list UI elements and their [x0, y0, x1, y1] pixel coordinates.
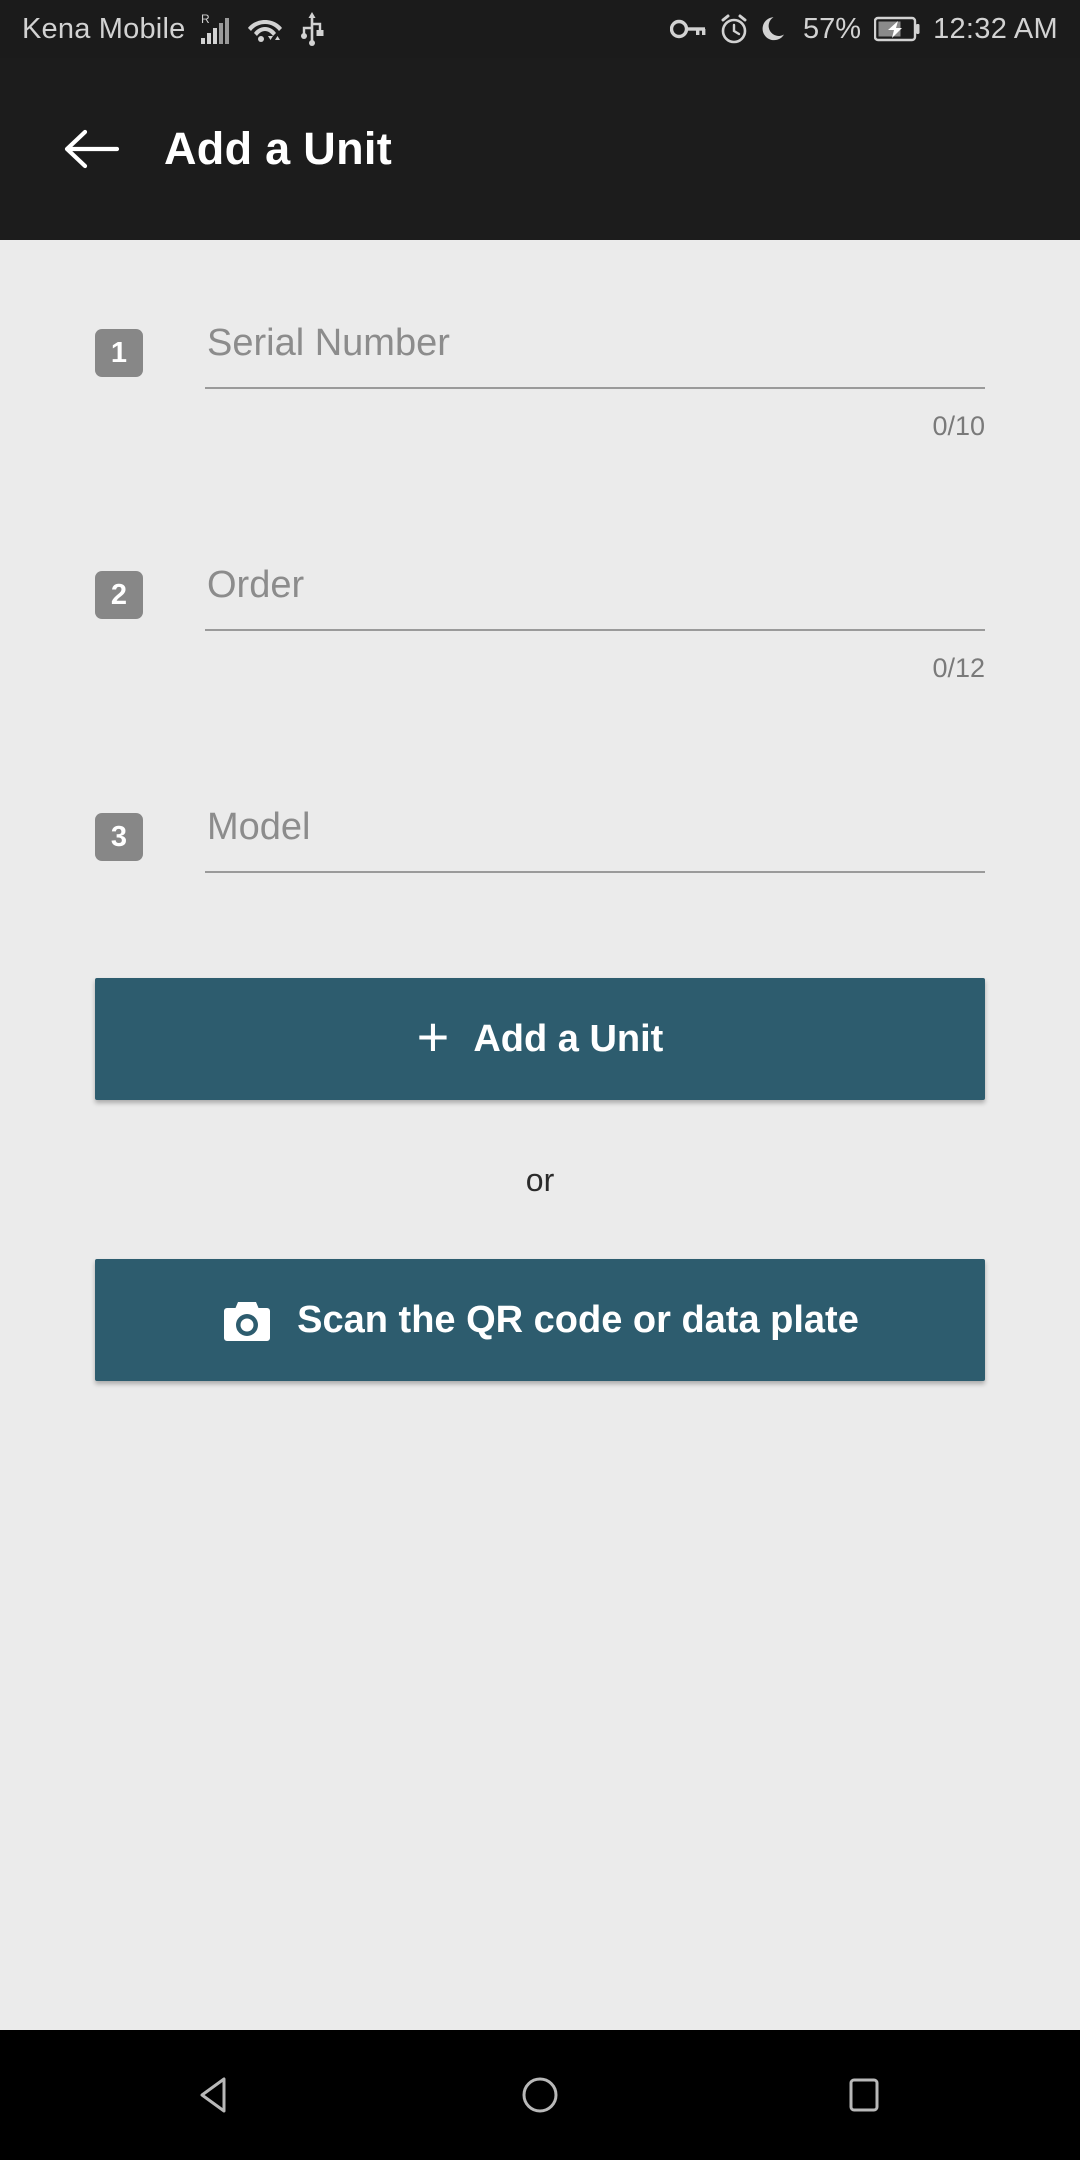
scan-qr-button-label: Scan the QR code or data plate	[297, 1298, 859, 1341]
or-separator: or	[525, 1162, 555, 1198]
alarm-icon	[719, 13, 749, 45]
model-wrap	[205, 799, 985, 873]
serial-number-input[interactable]	[205, 315, 985, 387]
field-gap-2	[95, 684, 985, 799]
battery-charging-icon	[874, 16, 920, 42]
field-serial-number: 1 0/10	[95, 315, 985, 442]
usb-icon	[299, 12, 325, 46]
app-bar: Add a Unit	[0, 58, 1080, 240]
status-bar: Kena Mobile R 57% 12:32 AM	[0, 0, 1080, 58]
order-input[interactable]	[205, 557, 985, 629]
status-bar-left: Kena Mobile R	[22, 12, 325, 46]
field-gap-1	[95, 442, 985, 557]
phone-screen: Kena Mobile R 57% 12:32 AM Add a Unit 1 …	[0, 0, 1080, 2160]
nav-recents-square-icon[interactable]	[818, 2049, 910, 2141]
content-area: 1 0/10 2 0/12 3	[0, 240, 1080, 2030]
page-title: Add a Unit	[164, 123, 392, 174]
nav-back-triangle-icon[interactable]	[170, 2049, 262, 2141]
model-underline	[205, 871, 985, 873]
system-nav-bar	[0, 2030, 1080, 2160]
clock-label: 12:32 AM	[933, 12, 1058, 45]
nav-home-circle-icon[interactable]	[494, 2049, 586, 2141]
status-bar-right: 57% 12:32 AM	[670, 13, 1058, 46]
order-wrap: 0/12	[205, 557, 985, 684]
field-gap-3	[95, 873, 985, 978]
svg-text:R: R	[201, 12, 210, 26]
vpn-key-icon	[670, 17, 706, 41]
step-badge-1: 1	[95, 329, 143, 377]
wifi-icon	[247, 14, 283, 44]
scan-qr-button[interactable]: Scan the QR code or data plate	[95, 1259, 985, 1381]
step-badge-3: 3	[95, 813, 143, 861]
moon-do-not-disturb-icon	[762, 14, 790, 44]
plus-icon: +	[416, 1004, 450, 1068]
serial-number-counter: 0/10	[932, 411, 985, 441]
model-input[interactable]	[205, 799, 985, 871]
add-unit-button-label: Add a Unit	[473, 1017, 664, 1060]
carrier-label: Kena Mobile	[22, 12, 186, 45]
cellular-signal-roaming-icon: R	[201, 12, 231, 46]
battery-percent-label: 57%	[803, 12, 862, 45]
order-counter: 0/12	[932, 653, 985, 683]
camera-icon	[221, 1296, 273, 1344]
field-model: 3	[95, 799, 985, 873]
add-unit-button[interactable]: + Add a Unit	[95, 978, 985, 1100]
unit-form: 1 0/10 2 0/12 3	[95, 240, 985, 1381]
field-order: 2 0/12	[95, 557, 985, 684]
step-badge-2: 2	[95, 571, 143, 619]
arrow-back-icon[interactable]	[60, 118, 122, 180]
serial-number-wrap: 0/10	[205, 315, 985, 442]
